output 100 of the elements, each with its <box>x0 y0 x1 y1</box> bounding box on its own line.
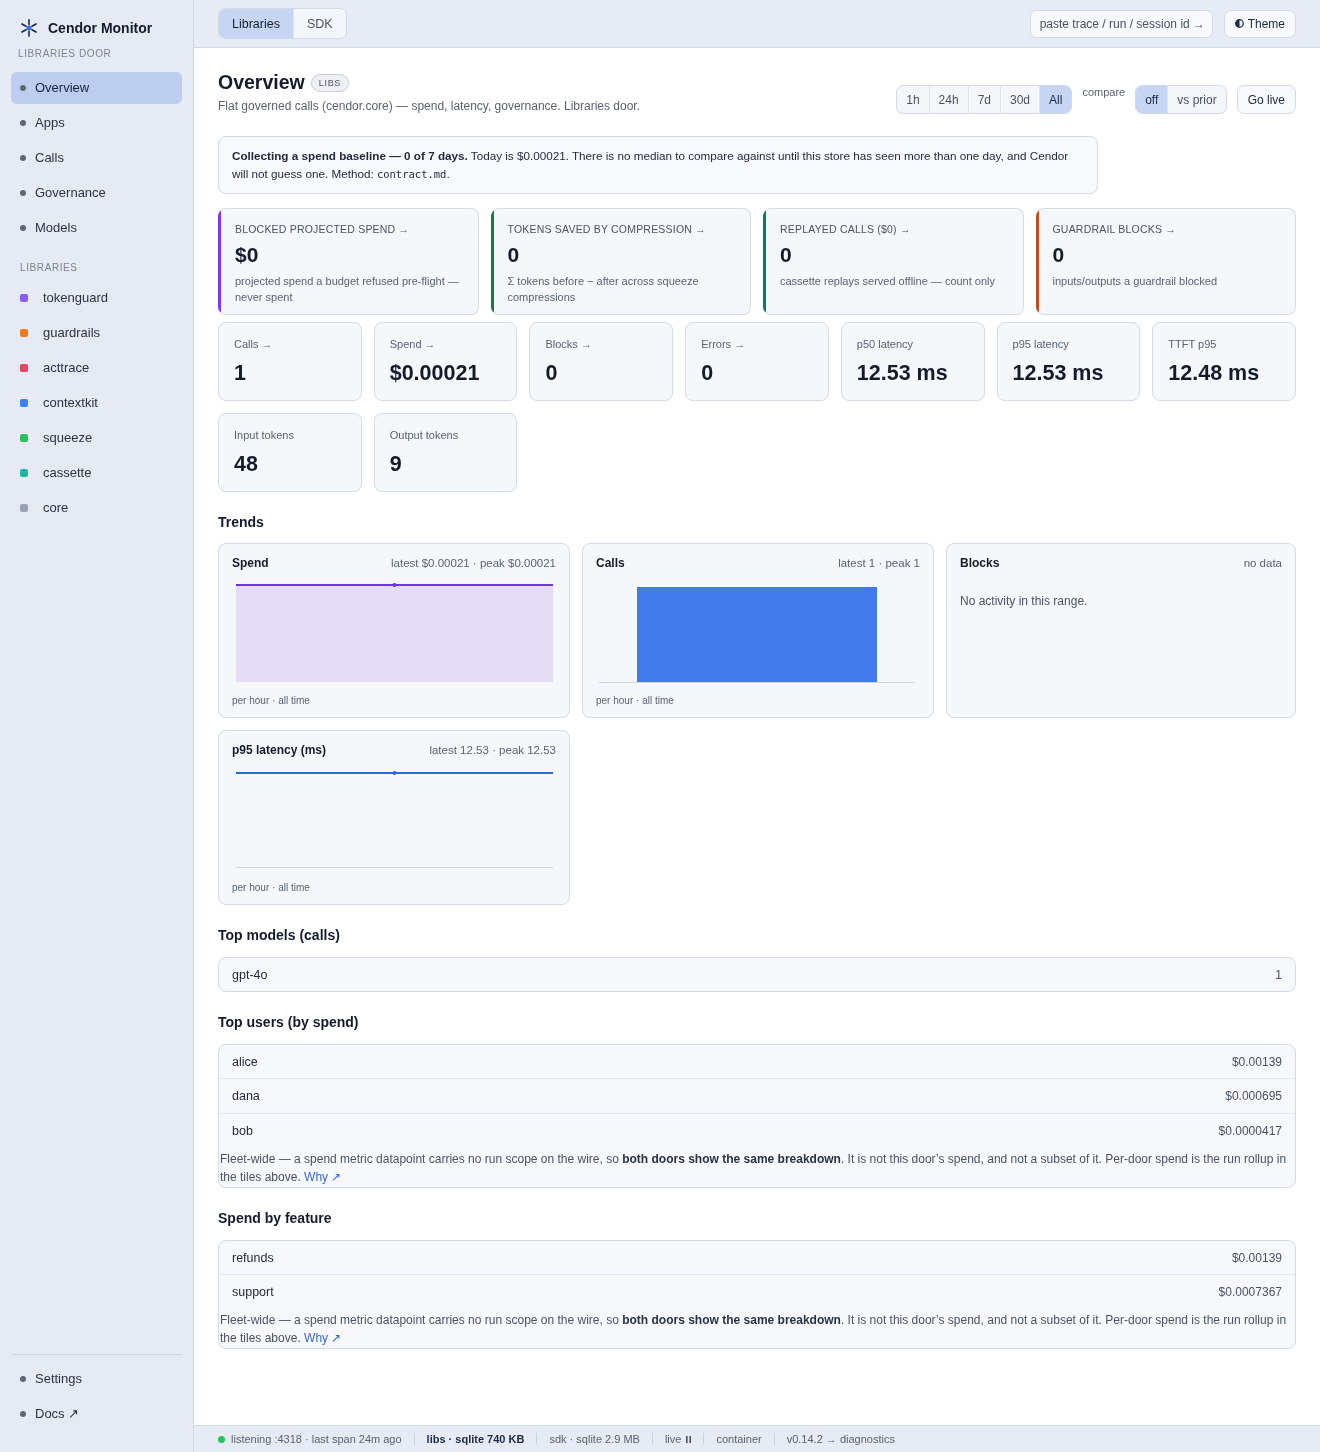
range-tab[interactable]: 24h <box>928 86 968 113</box>
library-item[interactable]: acttrace <box>11 352 182 384</box>
scope-badge: LIBS <box>310 74 350 92</box>
bullet-icon <box>20 85 26 91</box>
theme-button[interactable]: Theme <box>1223 9 1296 38</box>
why-link[interactable]: Why ↗ <box>304 1331 342 1345</box>
half-circle-icon <box>1234 19 1244 28</box>
metric-card[interactable]: REPLAYED CALLS ($0) → 0 cassette replays served offline — count only <box>763 208 1024 315</box>
nav-item[interactable]: Overview <box>11 72 182 104</box>
bullet-icon <box>20 1411 26 1417</box>
nav-item[interactable]: Models <box>11 212 182 244</box>
empty-message: No activity in this range. <box>960 593 1089 610</box>
item-name: dana <box>232 1089 260 1103</box>
section-heading: Trends <box>218 513 265 532</box>
fleet-wide-note: Fleet-wide — a spend metric datapoint carries no run scope on the wire, so both doors show the same breakdown. It is not this door’s spend, and not a subset of it. Per-door spend is the run rollup in the tiles above. Why ↗ <box>219 1151 1288 1186</box>
nav-item[interactable]: Calls <box>11 142 182 174</box>
stat-label: Output tokens <box>389 428 460 442</box>
item-value: $0.00139 <box>1231 1054 1282 1069</box>
metric-label: REPLAYED CALLS ($0) → <box>780 222 912 236</box>
notice-text: Collecting a spend baseline — 0 of 7 days. Today is $0.00021. There is no median to compare against until this store has seen more than one day, and Cendor will not guess one. Method: contract.md. <box>232 148 1070 182</box>
metric-value: $0 <box>235 243 260 267</box>
section-label: LIBRARIES <box>19 261 79 275</box>
trend-summary: latest $0.00021 · peak $0.00021 <box>391 556 556 571</box>
go-live-button[interactable]: Go live <box>1236 85 1296 114</box>
metric-description: Σ tokens before − after across squeeze compressions <box>507 274 700 305</box>
chart-point <box>392 771 397 775</box>
stat-label: p95 latency <box>1012 337 1070 351</box>
version-link[interactable]: v0.14.2 → diagnostics <box>786 1433 895 1445</box>
metric-description: cassette replays served offline — count only <box>780 274 996 289</box>
compare-tab[interactable]: off <box>1136 86 1168 113</box>
library-item[interactable]: core <box>11 492 182 524</box>
trend-footnote: per hour · all time <box>232 694 311 708</box>
metric-card[interactable]: GUARDRAIL BLOCKS → 0 inputs/outputs a guardrail blocked <box>1035 208 1296 315</box>
item-name: support <box>232 1285 274 1299</box>
library-item[interactable]: contextkit <box>11 387 182 419</box>
metric-label: GUARDRAIL BLOCKS → <box>1052 222 1177 236</box>
stat-label: TTFT p95 <box>1168 337 1218 351</box>
item-value: $0.0000417 <box>1218 1124 1282 1138</box>
nav-item[interactable]: Docs ↗ <box>11 1398 182 1430</box>
metric-description: projected spend a budget refused pre-flight — never spent <box>235 274 460 305</box>
store-info[interactable]: sdk · sqlite 2.9 MB <box>549 1433 640 1445</box>
metric-card[interactable]: TOKENS SAVED BY COMPRESSION → 0 Σ tokens before − after across squeeze compressions <box>490 208 751 315</box>
nav-item[interactable]: Apps <box>11 107 182 139</box>
metric-label: TOKENS SAVED BY COMPRESSION → <box>507 222 707 236</box>
stat-value: 48 <box>234 451 259 477</box>
library-item[interactable]: tokenguard <box>11 282 182 314</box>
listener-status: listening :4318 · last span 24m ago <box>231 1433 402 1445</box>
compare-label: compare <box>1082 85 1126 99</box>
library-item[interactable]: squeeze <box>11 422 182 454</box>
bullet-icon <box>20 190 26 196</box>
bullet-icon <box>20 225 26 231</box>
nav-item[interactable]: Governance <box>11 177 182 209</box>
store-info[interactable]: libs · sqlite 740 KB <box>426 1433 525 1445</box>
live-toggle[interactable]: live <box>664 1433 692 1445</box>
stat-label: Errors → <box>701 337 747 351</box>
trend-summary: latest 12.53 · peak 12.53 <box>429 743 556 758</box>
trace-search-field[interactable]: paste trace / run / session id → <box>1029 9 1213 38</box>
stat-value: 1 <box>234 360 247 386</box>
metric-card[interactable]: BLOCKED PROJECTED SPEND → $0 projected spend a budget refused pre-flight — never spent <box>218 208 479 315</box>
nav-item[interactable]: Settings <box>11 1363 182 1395</box>
stat-value: $0.00021 <box>389 360 481 386</box>
metric-label: BLOCKED PROJECTED SPEND → <box>235 222 411 236</box>
range-tab[interactable]: 7d <box>967 86 1000 113</box>
stat-value: 12.53 ms <box>856 360 949 386</box>
trend-summary: latest 1 · peak 1 <box>838 556 920 571</box>
range-tab[interactable]: 1h <box>897 86 929 113</box>
range-tab[interactable]: All <box>1039 86 1072 113</box>
library-item[interactable]: cassette <box>11 457 182 489</box>
stat-value: 9 <box>389 451 403 477</box>
metric-value: 0 <box>507 243 521 267</box>
section-heading: Top users (by spend) <box>218 1013 360 1032</box>
trend-summary: no data <box>1243 556 1282 571</box>
stat-value: 0 <box>701 360 715 386</box>
compare-tab[interactable]: vs prior <box>1167 86 1226 113</box>
stat-label: p50 latency <box>856 337 915 351</box>
stat-value: 12.48 ms <box>1168 360 1261 386</box>
item-name: refunds <box>232 1250 274 1265</box>
item-name: gpt-4o <box>232 967 268 982</box>
stat-label: Input tokens <box>234 428 295 442</box>
fleet-wide-note: Fleet-wide — a spend metric datapoint carries no run scope on the wire, so both doors show the same breakdown. It is not this door’s spend, and not a subset of it. Per-door spend is the run rollup in the tiles above. Why ↗ <box>219 1312 1288 1347</box>
metric-description: inputs/outputs a guardrail blocked <box>1052 274 1217 289</box>
section-label: LIBRARIES DOOR <box>17 47 113 61</box>
trend-title: Blocks <box>960 555 1000 571</box>
item-name: alice <box>232 1054 258 1069</box>
door-tab[interactable]: Libraries <box>219 9 293 38</box>
item-value: $0.0007367 <box>1218 1285 1282 1299</box>
library-item[interactable]: guardrails <box>11 317 182 349</box>
trend-footnote: per hour · all time <box>596 694 675 708</box>
door-tab[interactable]: SDK <box>292 9 346 38</box>
page-title: Overview <box>218 70 305 95</box>
runtime-info: container <box>716 1433 762 1445</box>
bullet-icon <box>20 155 26 161</box>
bullet-icon <box>20 120 26 126</box>
section-heading: Top models (calls) <box>218 926 341 945</box>
stat-value: 12.53 ms <box>1012 360 1105 386</box>
why-link[interactable]: Why ↗ <box>304 1170 342 1184</box>
bullet-icon <box>20 1376 26 1382</box>
stat-label: Blocks → <box>545 337 593 351</box>
brand-name: Cendor Monitor <box>48 19 153 38</box>
item-value: $0.00139 <box>1231 1250 1282 1265</box>
